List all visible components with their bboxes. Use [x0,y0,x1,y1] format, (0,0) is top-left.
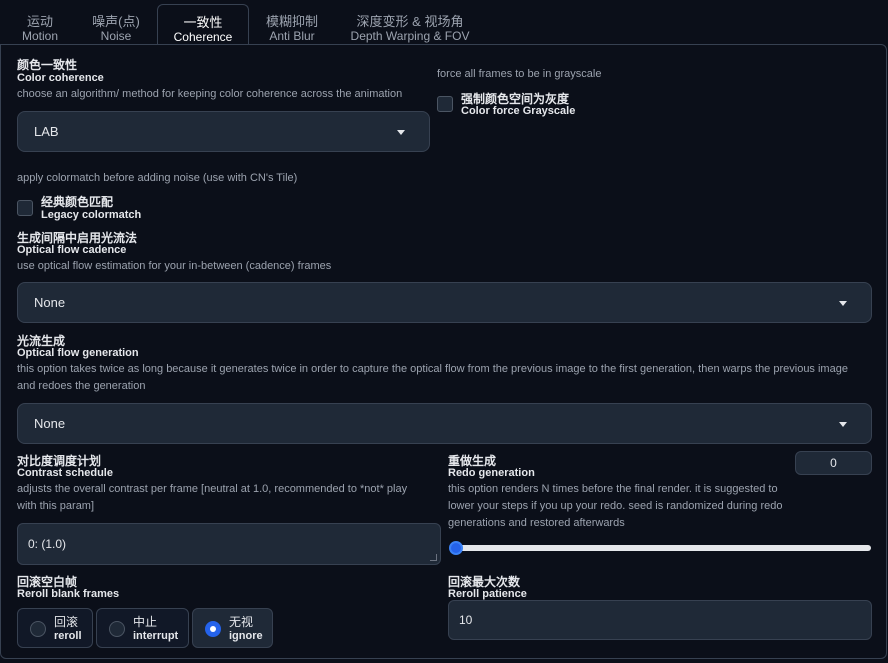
optical-flow-cadence-dropdown[interactable]: None [17,282,872,323]
radio-ignore-text: 无视 ignore [229,615,263,643]
radio-ignore-label-en: ignore [229,630,263,642]
redo-generation-info-2: lower your steps if you up your redo. se… [448,500,783,512]
tab-depth-warping-zh: 深度变形 & 视场角 [356,14,464,29]
tab-anti-blur-en: Anti Blur [269,29,315,43]
redo-generation-value: 0 [830,456,837,470]
radio-reroll-label-en: reroll [54,630,82,642]
radio-ignore[interactable] [205,621,221,637]
radio-interrupt[interactable] [109,621,125,637]
color-coherence-info: choose an algorithm/ method for keeping … [17,88,403,100]
redo-generation-label-zh: 重做生成 [448,454,497,468]
tab-depth-warping-en: Depth Warping & FOV [350,29,470,43]
grayscale-label-zh: 强制颜色空间为灰度 [461,92,570,106]
optical-flow-generation-value: None [34,416,66,431]
tab-bar: 运动 Motion 噪声(点) Noise 一致性 Coherence 模糊抑制… [0,0,888,45]
color-coherence-dropdown[interactable]: LAB [17,111,430,152]
color-coherence-value: LAB [34,124,59,139]
reroll-blank-frames-label-en: Reroll blank frames [17,588,120,600]
color-coherence-label-zh: 颜色一致性 [17,58,78,72]
optical-flow-cadence-value: None [34,295,66,310]
optical-flow-generation-label-en: Optical flow generation [17,347,139,359]
optical-flow-generation-info-1: this option takes twice as long because … [17,363,848,375]
optical-flow-generation-dropdown[interactable]: None [17,403,872,444]
radio-reroll-label-zh: 回滚 [54,615,79,629]
tab-motion[interactable]: 运动 Motion [10,4,70,45]
legacy-colormatch-checkbox[interactable] [17,200,33,216]
contrast-schedule-info-1: adjusts the overall contrast per frame [… [17,483,408,495]
optical-flow-cadence-label-zh: 生成间隔中启用光流法 [17,231,138,245]
grayscale-info: force all frames to be in grayscale [437,68,602,80]
legacy-colormatch-info: apply colormatch before adding noise (us… [17,172,298,184]
reroll-blank-frames-label-zh: 回滚空白帧 [17,575,78,589]
reroll-patience-input[interactable]: 10 [448,600,872,640]
reroll-patience-value: 10 [459,613,473,627]
radio-option-interrupt[interactable]: 中止 interrupt [96,608,189,648]
optical-flow-generation-info-2: and redoes the generation [17,380,146,392]
optical-flow-generation-label-zh: 光流生成 [17,334,66,348]
radio-interrupt-label-zh: 中止 [133,615,158,629]
tab-anti-blur-zh: 模糊抑制 [265,14,318,29]
optical-flow-cadence-info: use optical flow estimation for your in-… [17,260,332,272]
redo-generation-slider[interactable] [450,545,871,551]
radio-option-ignore[interactable]: 无视 ignore [192,608,273,648]
contrast-schedule-value: 0: (1.0) [28,537,67,551]
tab-coherence[interactable]: 一致性 Coherence [157,4,249,45]
grayscale-checkbox[interactable] [437,96,453,112]
chevron-down-icon [839,300,847,306]
tab-noise-en: Noise [100,29,132,43]
chevron-down-icon [839,421,847,427]
contrast-schedule-label-en: Contrast schedule [17,467,113,479]
radio-reroll-text: 回滚 reroll [54,615,82,643]
redo-generation-info-1: this option renders N times before the f… [448,483,778,495]
tab-motion-en: Motion [21,29,59,43]
resize-handle-icon[interactable] [430,554,437,561]
redo-generation-label-en: Redo generation [448,467,535,479]
chevron-down-icon [397,129,405,135]
reroll-patience-label-zh: 回滚最大次数 [448,575,521,589]
radio-option-reroll[interactable]: 回滚 reroll [17,608,93,648]
tab-coherence-zh: 一致性 [183,15,223,30]
color-coherence-label-en: Color coherence [17,72,104,84]
tab-anti-blur[interactable]: 模糊抑制 Anti Blur [256,4,328,45]
radio-ignore-label-zh: 无视 [229,615,254,629]
tab-coherence-en: Coherence [173,30,233,44]
tab-noise-zh: 噪声(点) [92,14,140,29]
redo-generation-slider-thumb[interactable] [449,541,463,555]
contrast-schedule-info-2: with this param] [17,500,95,512]
contrast-schedule-label-zh: 对比度调度计划 [17,454,102,468]
redo-generation-number-input[interactable]: 0 [795,451,872,475]
tab-noise[interactable]: 噪声(点) Noise [80,4,152,45]
optical-flow-cadence-label-en: Optical flow cadence [17,244,127,256]
radio-interrupt-label-en: interrupt [133,630,179,642]
legacy-colormatch-label-en: Legacy colormatch [41,209,142,221]
tab-depth-warping[interactable]: 深度变形 & 视场角 Depth Warping & FOV [340,4,480,45]
legacy-colormatch-label-zh: 经典颜色匹配 [41,195,114,209]
tab-motion-zh: 运动 [26,14,53,29]
contrast-schedule-input[interactable]: 0: (1.0) [17,523,441,565]
radio-reroll[interactable] [30,621,46,637]
grayscale-label-en: Color force Grayscale [461,105,576,117]
redo-generation-info-3: generations and restored afterwards [448,517,625,529]
radio-interrupt-text: 中止 interrupt [133,615,178,643]
